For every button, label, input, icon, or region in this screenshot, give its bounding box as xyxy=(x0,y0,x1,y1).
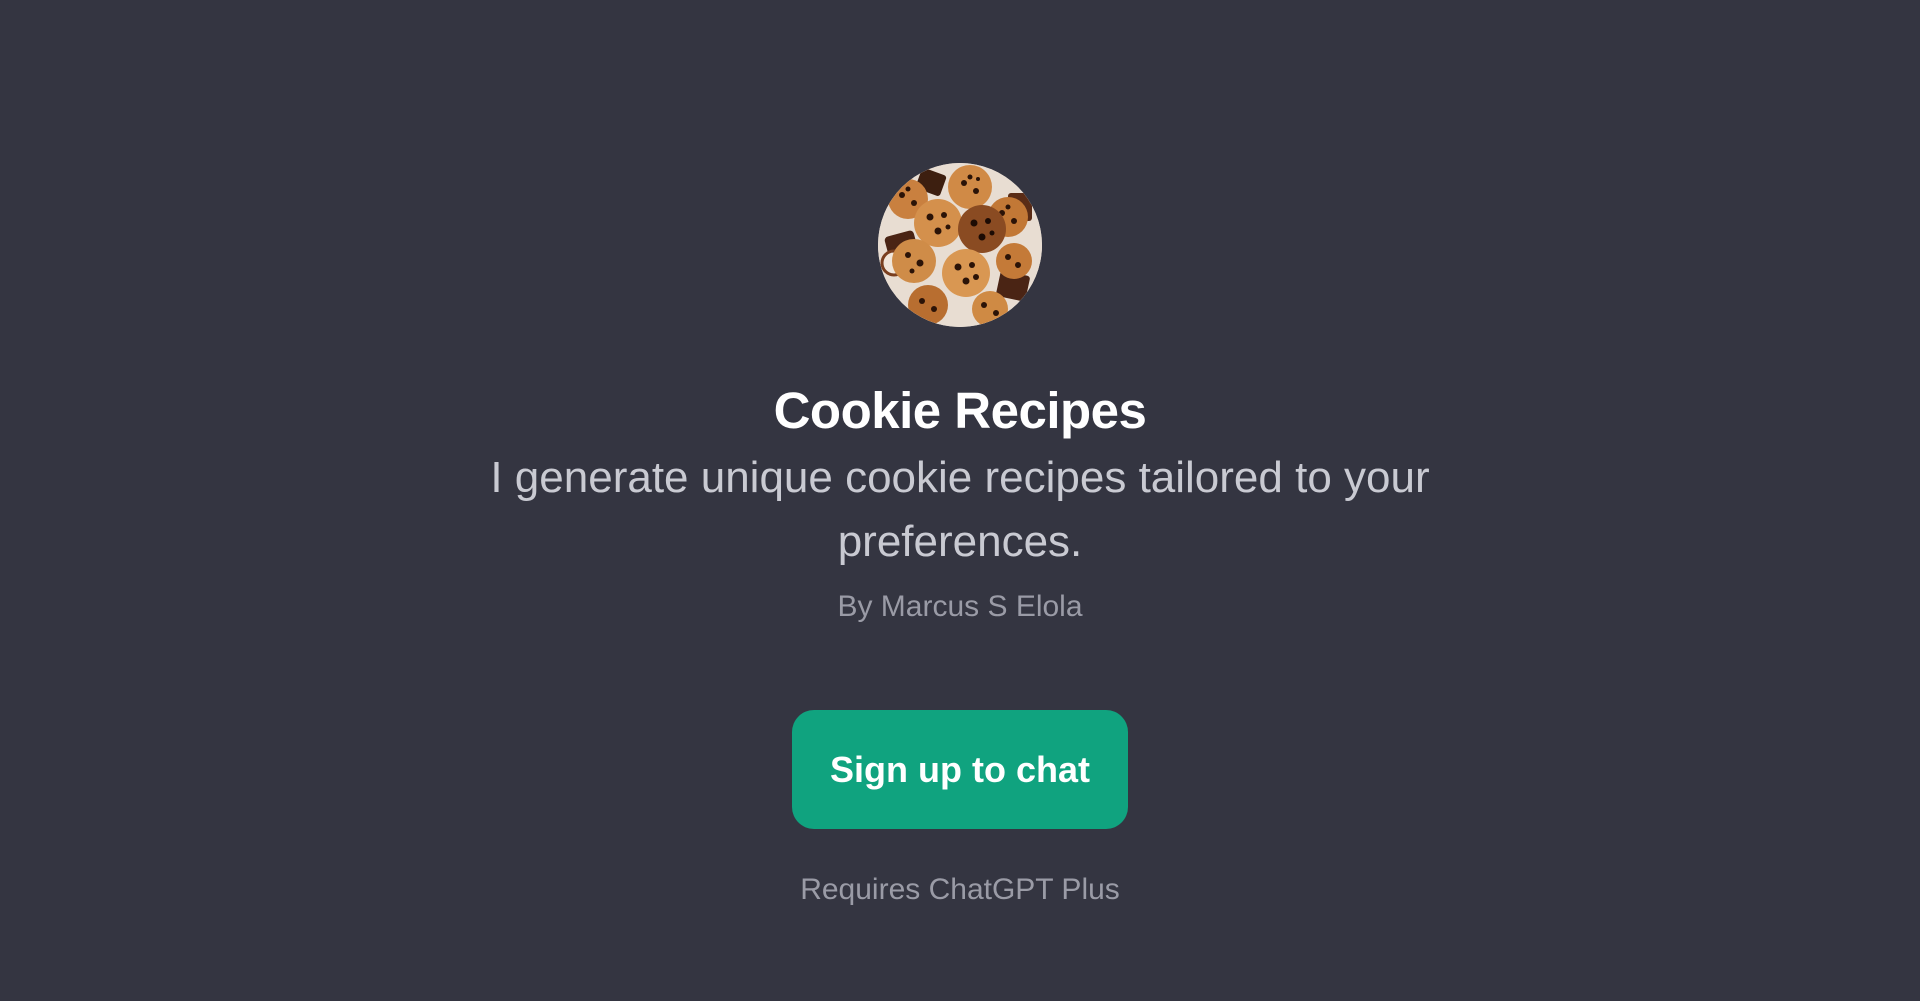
gpt-avatar xyxy=(878,163,1042,327)
gpt-author: By Marcus S Elola xyxy=(837,590,1083,623)
cookie-plate-icon xyxy=(878,163,1042,327)
sign-up-to-chat-button[interactable]: Sign up to chat xyxy=(792,710,1128,829)
gpt-title: Cookie Recipes xyxy=(773,382,1147,439)
gpt-description: I generate unique cookie recipes tailore… xyxy=(490,453,1430,566)
requirement-note: Requires ChatGPT Plus xyxy=(800,873,1120,906)
gpt-landing-page: Cookie Recipes I generate unique cookie … xyxy=(0,0,1920,1001)
